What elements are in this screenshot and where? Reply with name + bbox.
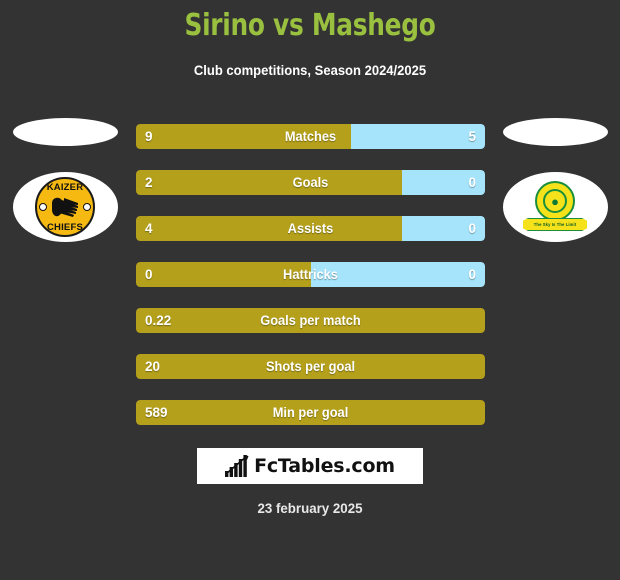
stat-value-away: 5	[468, 129, 476, 144]
stat-row: 20 Shots per goal	[136, 354, 485, 379]
stat-row: 0 Hattricks 0	[136, 262, 485, 287]
stat-label: Min per goal	[272, 405, 349, 420]
home-flag-icon	[12, 118, 118, 146]
crest-emblem-icon: ●	[543, 189, 567, 213]
stat-value-away: 0	[468, 267, 476, 282]
stat-label: Shots per goal	[265, 359, 356, 374]
stat-comparison-page: Sirino vs Mashego Club competitions, Sea…	[0, 0, 620, 580]
footer-date: 23 february 2025	[257, 500, 363, 516]
stat-value-away: 0	[468, 175, 476, 190]
stat-row: 9 Matches 5	[136, 124, 485, 149]
fctables-brand[interactable]: FcTables.com	[197, 448, 423, 484]
away-team-badge: ● The Sky Is The Limit	[490, 118, 620, 242]
crest-top-text: KAIZER	[46, 182, 84, 193]
soccer-ball-icon	[83, 203, 91, 211]
chief-head-icon	[52, 197, 78, 217]
page-title: Sirino vs Mashego	[184, 8, 436, 43]
kaizer-chiefs-crest-icon: KAIZER CHIEFS	[35, 177, 95, 237]
stat-label: Goals	[292, 175, 329, 190]
bar-chart-icon	[225, 455, 249, 477]
home-club-logo: KAIZER CHIEFS	[12, 172, 118, 242]
stat-row: 0.22 Goals per match	[136, 308, 485, 333]
away-flag-icon	[502, 118, 608, 146]
stat-label: Goals per match	[260, 313, 361, 328]
stat-row: 2 Goals 0	[136, 170, 485, 195]
soccer-ball-icon	[39, 203, 47, 211]
stat-label: Hattricks	[283, 267, 338, 282]
crest-circle: ●	[535, 181, 575, 221]
away-club-logo: ● The Sky Is The Limit	[502, 172, 608, 242]
home-team-badge: KAIZER CHIEFS	[0, 118, 130, 242]
crest-bottom-text: CHIEFS	[46, 222, 84, 233]
stat-value-away: 0	[468, 221, 476, 236]
brand-name: FcTables.com	[254, 455, 395, 477]
stat-label: Assists	[287, 221, 334, 236]
stat-label: Matches	[284, 129, 337, 144]
stat-row: 4 Assists 0	[136, 216, 485, 241]
stat-bars: 9 Matches 5 2 Goals 0 4 Assists 0 0 Hattricks 0 0.22…	[136, 124, 485, 446]
page-subtitle: Club competitions, Season 2024/2025	[193, 62, 427, 78]
mamelodi-sundowns-crest-icon: ● The Sky Is The Limit	[523, 181, 587, 233]
crest-motto-ribbon: The Sky Is The Limit	[523, 218, 587, 231]
stat-row: 589 Min per goal	[136, 400, 485, 425]
